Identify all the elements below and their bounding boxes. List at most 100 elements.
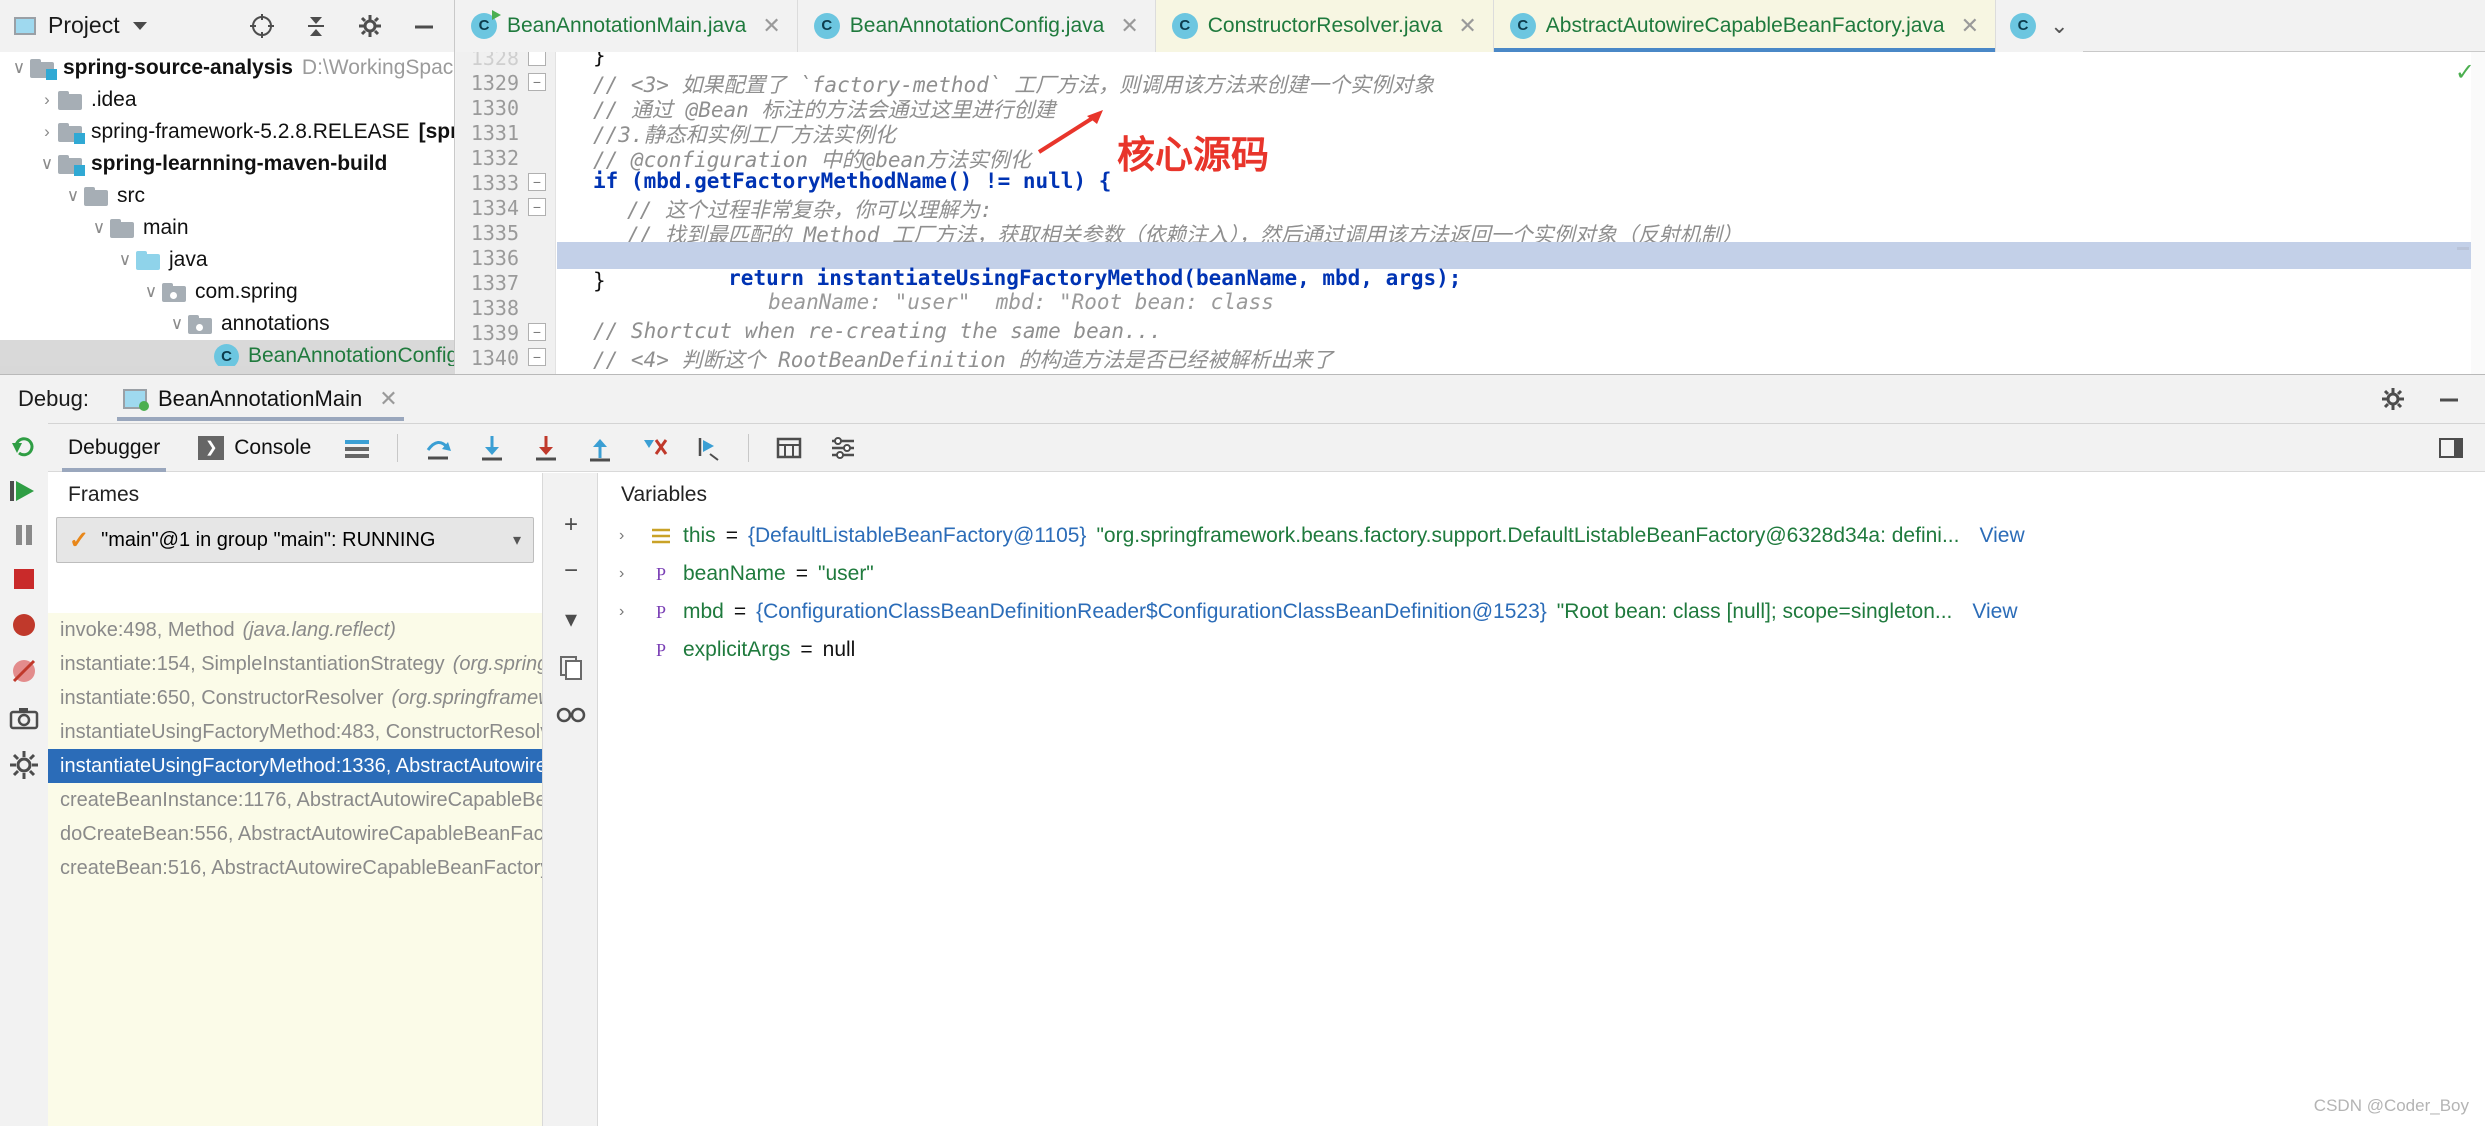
rerun-icon[interactable] bbox=[8, 431, 40, 463]
resume-program-icon[interactable] bbox=[8, 475, 40, 507]
chevron-down-icon[interactable]: ∨ bbox=[114, 250, 136, 270]
remove-icon[interactable]: − bbox=[555, 555, 587, 587]
tree-row-java[interactable]: ∨ java bbox=[0, 244, 454, 276]
editor-gutter[interactable]: 1328 1329 1330 1331 1332 1333 1334 1335 … bbox=[456, 52, 556, 374]
watermark: CSDN @Coder_Boy bbox=[2313, 1096, 2469, 1115]
tree-horizontal-scrollbar[interactable] bbox=[0, 366, 455, 374]
code-editor[interactable]: 1328 1329 1330 1331 1332 1333 1334 1335 … bbox=[456, 52, 2485, 374]
project-tree[interactable]: ∨ spring-source-analysis D:\WorkingSpace… bbox=[0, 52, 455, 374]
tree-row-com-spring[interactable]: ∨ com.spring bbox=[0, 276, 454, 308]
view-breakpoints-icon[interactable] bbox=[8, 609, 40, 641]
chevron-right-icon[interactable]: › bbox=[619, 603, 639, 621]
frame-row[interactable]: instantiate:650, ConstructorResolver (org… bbox=[48, 681, 542, 715]
glasses-icon[interactable] bbox=[555, 699, 587, 731]
frame-row[interactable]: doCreateBean:556, AbstractAutowireCapabl… bbox=[48, 817, 542, 851]
tree-row-idea[interactable]: › .idea bbox=[0, 84, 454, 116]
collapse-all-icon[interactable] bbox=[302, 12, 330, 40]
drop-frame-icon[interactable] bbox=[640, 434, 668, 462]
settings-list-icon[interactable] bbox=[829, 434, 857, 462]
tab-debugger[interactable]: Debugger bbox=[62, 424, 167, 472]
close-icon[interactable]: ✕ bbox=[1458, 13, 1476, 39]
run-to-cursor-icon[interactable] bbox=[694, 434, 722, 462]
fold-handle[interactable] bbox=[528, 52, 546, 66]
close-icon[interactable]: ✕ bbox=[1961, 13, 1979, 39]
tree-row-src[interactable]: ∨ src bbox=[0, 180, 454, 212]
fold-handle[interactable]: − bbox=[528, 73, 546, 91]
tree-row-annotations[interactable]: ∨ annotations bbox=[0, 308, 454, 340]
debug-session-tab[interactable]: BeanAnnotationMain ✕ bbox=[111, 375, 410, 423]
chevron-down-icon[interactable]: ∨ bbox=[88, 218, 110, 238]
editor-tab-0[interactable]: C BeanAnnotationMain.java ✕ bbox=[455, 0, 798, 52]
frame-row[interactable]: createBean:516, AbstractAutowireCapableB… bbox=[48, 851, 542, 885]
step-into-icon[interactable] bbox=[478, 434, 506, 462]
frame-row[interactable]: instantiate:154, SimpleInstantiationStra… bbox=[48, 647, 542, 681]
chevron-down-icon[interactable]: ∨ bbox=[62, 186, 84, 206]
fold-handle[interactable]: − bbox=[528, 173, 546, 191]
tab-console[interactable]: ❯ Console bbox=[192, 424, 317, 472]
tree-row-project[interactable]: ∨ spring-source-analysis D:\WorkingSpace… bbox=[0, 52, 454, 84]
fold-handle[interactable]: − bbox=[528, 198, 546, 216]
folder-icon bbox=[110, 218, 134, 238]
view-link[interactable]: View bbox=[1979, 524, 2024, 548]
variable-type: {ConfigurationClassBeanDefinitionReader$… bbox=[756, 600, 1547, 623]
minimize-icon[interactable] bbox=[410, 12, 438, 40]
copy-icon[interactable] bbox=[555, 651, 587, 683]
close-icon[interactable]: ✕ bbox=[379, 386, 397, 412]
code-area[interactable]: } // <3> 如果配置了 `factory-method` 工厂方法，则调用… bbox=[557, 52, 2485, 374]
gear-icon[interactable] bbox=[2379, 385, 2407, 413]
chevron-down-icon[interactable]: ⌄ bbox=[2050, 13, 2068, 39]
layout-settings-icon[interactable] bbox=[2437, 434, 2465, 462]
stop-icon[interactable] bbox=[8, 563, 40, 595]
frame-row-selected[interactable]: instantiateUsingFactoryMethod:1336, Abst… bbox=[48, 749, 542, 783]
chevron-right-icon[interactable]: › bbox=[36, 90, 58, 110]
variable-row-explicitArgs[interactable]: P explicitArgs = null bbox=[599, 631, 2485, 669]
fold-handle[interactable]: − bbox=[528, 323, 546, 341]
editor-tab-1[interactable]: C BeanAnnotationConfig.java ✕ bbox=[797, 0, 1156, 52]
chevron-right-icon[interactable]: › bbox=[36, 122, 58, 142]
fold-handle[interactable]: − bbox=[528, 348, 546, 366]
locate-icon[interactable] bbox=[248, 12, 276, 40]
gear-icon[interactable] bbox=[356, 12, 384, 40]
idea-window: Project C BeanAnnotationMain.java ✕ C Be… bbox=[0, 0, 2485, 1126]
chevron-right-icon[interactable]: › bbox=[619, 527, 639, 545]
chevron-down-icon[interactable]: ∨ bbox=[140, 282, 162, 302]
step-out-icon[interactable] bbox=[586, 434, 614, 462]
variable-row-this[interactable]: › this = {DefaultListableBeanFactory@110… bbox=[599, 517, 2485, 555]
frames-stack-list[interactable]: invoke:498, Method (java.lang.reflect) in… bbox=[48, 613, 542, 1126]
inspection-ok-icon[interactable]: ✓ bbox=[2455, 58, 2475, 87]
tree-row-main[interactable]: ∨ main bbox=[0, 212, 454, 244]
project-toolwindow-header[interactable]: Project bbox=[0, 0, 455, 52]
editor-tab-2[interactable]: C ConstructorResolver.java ✕ bbox=[1155, 0, 1494, 52]
module-folder-icon bbox=[30, 58, 57, 80]
chevron-down-icon[interactable] bbox=[132, 21, 147, 30]
mute-breakpoints-icon[interactable] bbox=[8, 655, 40, 687]
frame-row[interactable]: createBeanInstance:1176, AbstractAutowir… bbox=[48, 783, 542, 817]
frame-row[interactable]: invoke:498, Method (java.lang.reflect) bbox=[48, 613, 542, 647]
chevron-right-icon[interactable]: › bbox=[619, 565, 639, 583]
thread-selector[interactable]: ✓ "main"@1 in group "main": RUNNING ▾ bbox=[56, 517, 534, 563]
close-icon[interactable]: ✕ bbox=[762, 13, 780, 39]
minimize-icon[interactable] bbox=[2435, 385, 2463, 413]
chevron-down-icon[interactable]: ∨ bbox=[166, 314, 188, 334]
settings-icon[interactable] bbox=[8, 749, 40, 781]
variable-row-beanName[interactable]: › P beanName = "user" bbox=[599, 555, 2485, 593]
editor-scrollbar[interactable]: ✓ bbox=[2455, 52, 2485, 374]
tree-row-spring-framework[interactable]: › spring-framework-5.2.8.RELEASE [spring… bbox=[0, 116, 454, 148]
camera-icon[interactable] bbox=[8, 703, 40, 735]
view-link[interactable]: View bbox=[1972, 600, 2017, 624]
force-step-into-icon[interactable] bbox=[532, 434, 560, 462]
layout-icon[interactable] bbox=[343, 434, 371, 462]
move-down-icon[interactable]: ▾ bbox=[555, 603, 587, 635]
chevron-down-icon[interactable]: ∨ bbox=[36, 154, 58, 174]
frame-row[interactable]: instantiateUsingFactoryMethod:483, Const… bbox=[48, 715, 542, 749]
tree-row-maven-build[interactable]: ∨ spring-learnning-maven-build bbox=[0, 148, 454, 180]
chevron-down-icon[interactable]: ▾ bbox=[513, 530, 521, 550]
chevron-down-icon[interactable]: ∨ bbox=[8, 58, 30, 78]
pause-program-icon[interactable] bbox=[8, 519, 40, 551]
editor-tab-3[interactable]: C AbstractAutowireCapableBeanFactory.jav… bbox=[1493, 0, 1997, 52]
variable-row-mbd[interactable]: › P mbd = {ConfigurationClassBeanDefinit… bbox=[599, 593, 2485, 631]
add-icon[interactable]: + bbox=[555, 509, 587, 541]
close-icon[interactable]: ✕ bbox=[1120, 13, 1138, 39]
evaluate-expression-icon[interactable] bbox=[775, 434, 803, 462]
step-over-icon[interactable] bbox=[424, 434, 452, 462]
